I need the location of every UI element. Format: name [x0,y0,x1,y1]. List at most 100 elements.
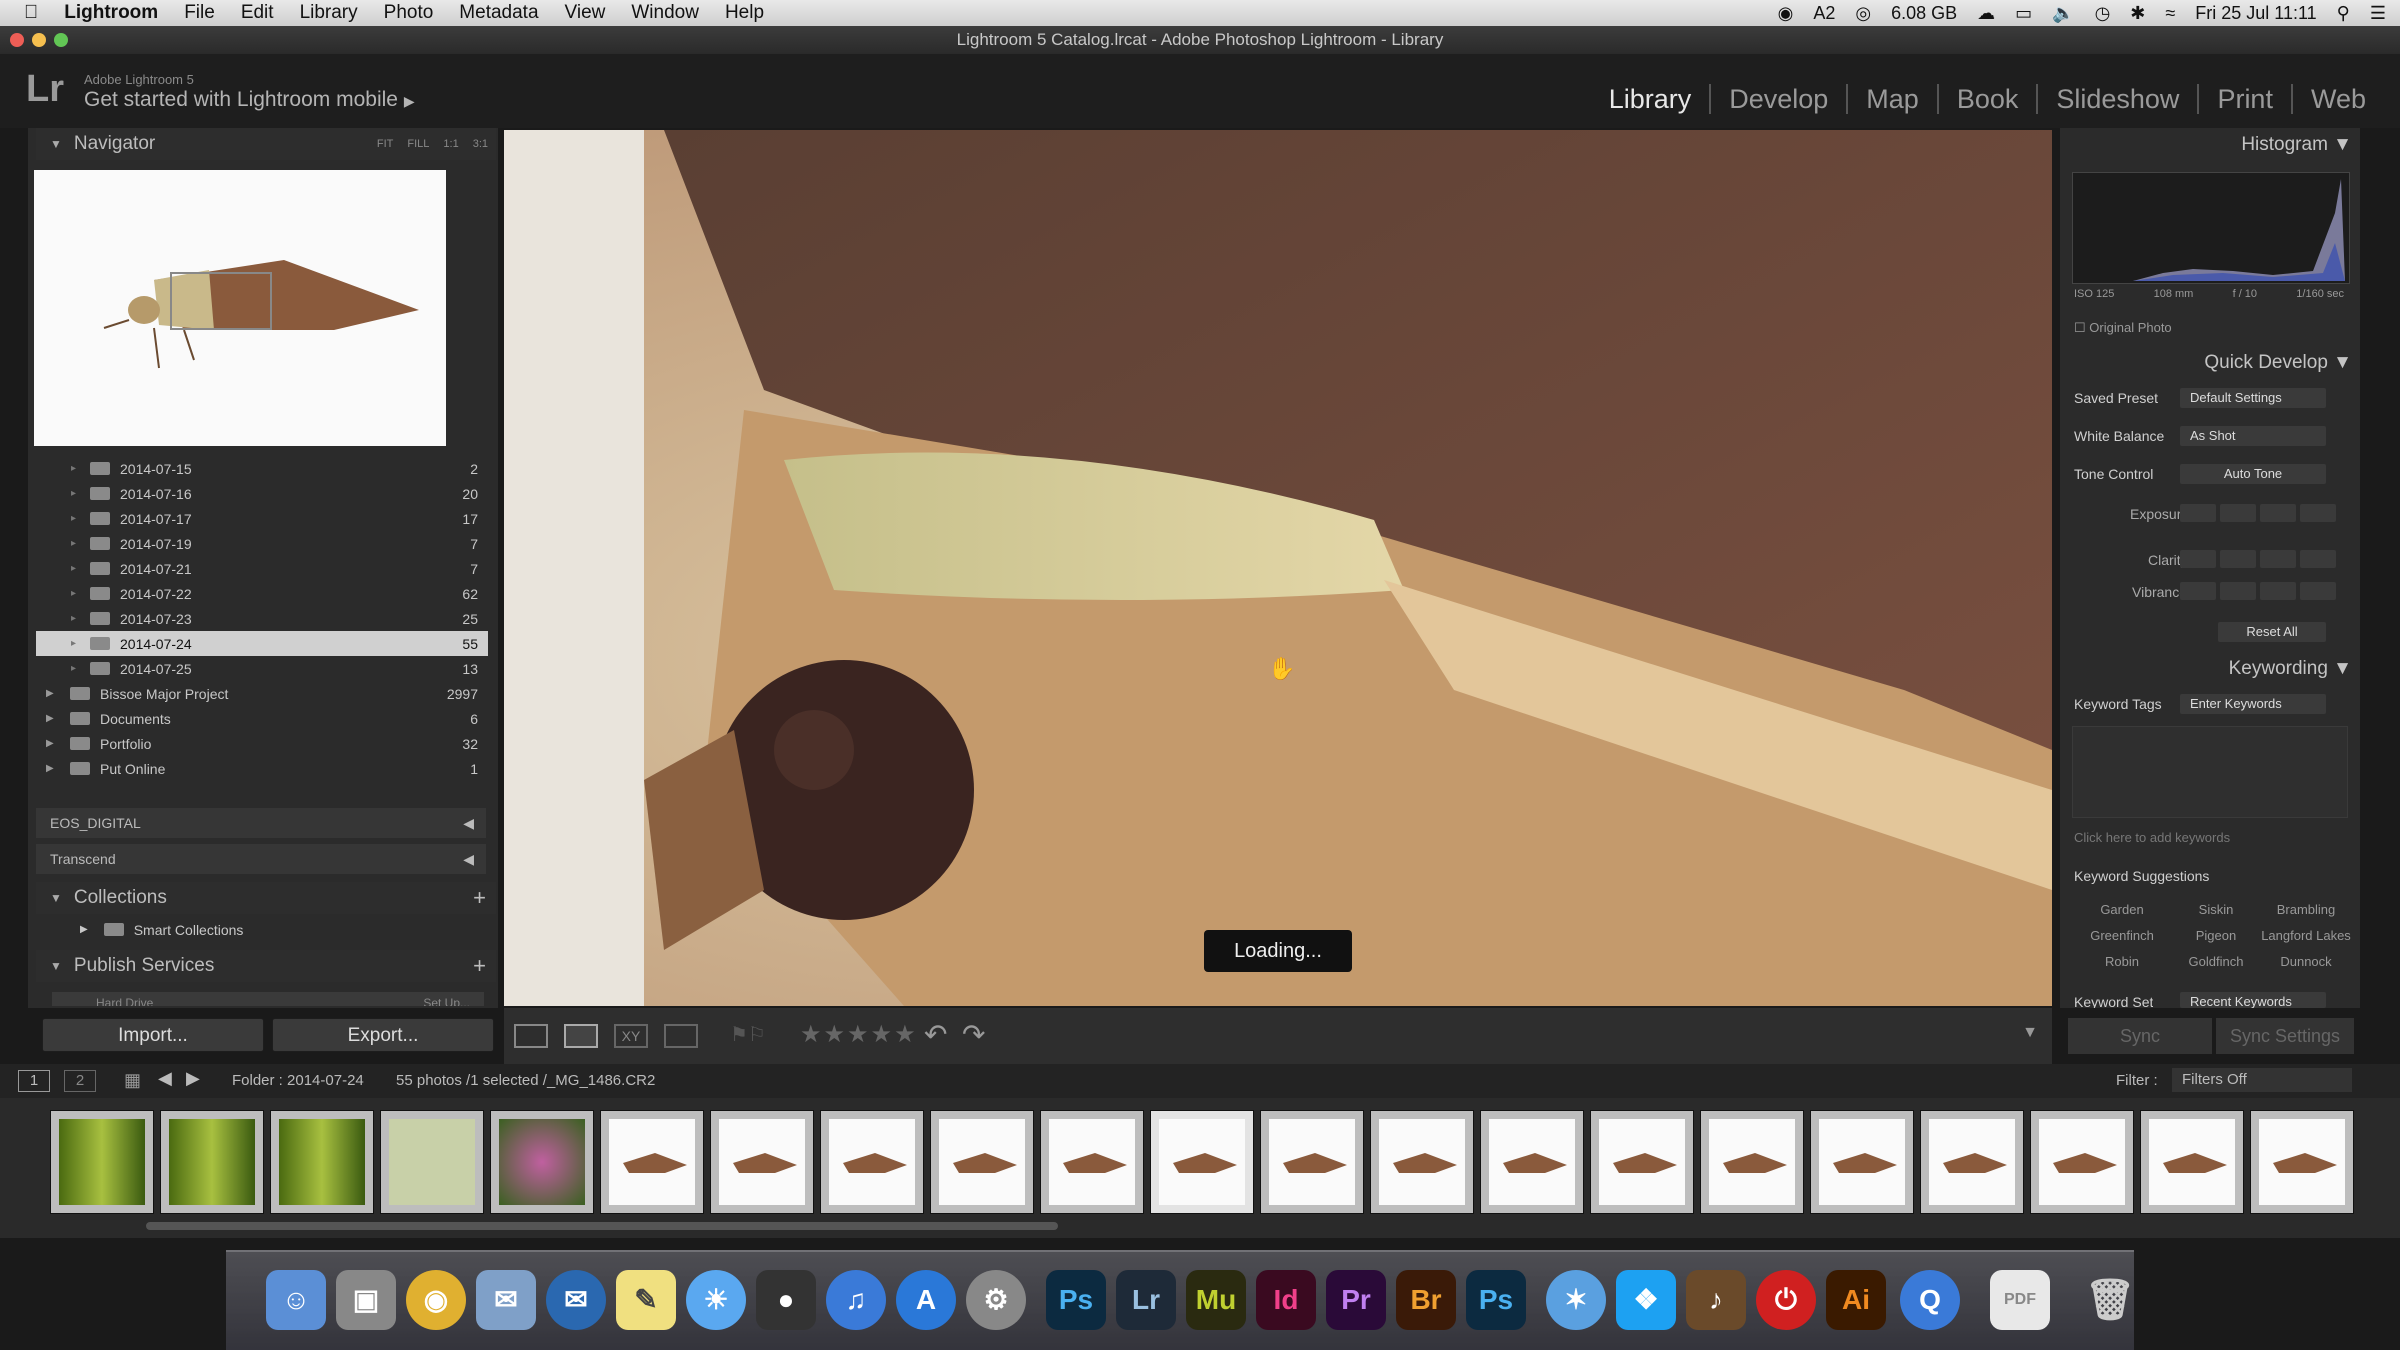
notes-icon[interactable]: ✎ [616,1270,676,1330]
disclosure-icon[interactable]: ▶ [46,763,60,774]
messages-icon[interactable]: ☀ [686,1270,746,1330]
zoom-fill[interactable]: FILL [407,138,429,150]
keyword-suggestion[interactable]: Siskin [2166,902,2266,917]
white-balance-select[interactable]: As Shot [2180,426,2326,446]
filmstrip-thumbnail[interactable] [490,1110,594,1214]
add-publish-service-icon[interactable]: + [473,953,486,979]
filter-select[interactable]: Filters Off [2172,1068,2352,1092]
disclosure-icon[interactable]: ▸ [36,663,76,674]
loupe-view-image[interactable]: ✋ [504,130,2052,1006]
keyword-suggestion[interactable]: Goldfinch [2166,954,2266,969]
bluetooth-icon[interactable]: ✱ [2130,3,2145,24]
quick-develop-header[interactable]: Quick Develop ▼ [2204,352,2352,374]
disclosure-icon[interactable]: ▸ [36,613,76,624]
main-window-button[interactable]: 1 [18,1070,50,1092]
filmstrip-thumbnail[interactable] [2140,1110,2244,1214]
menu-window[interactable]: Window [631,2,699,24]
menu-app[interactable]: Lightroom [64,2,158,24]
filmstrip-thumbnail[interactable] [2250,1110,2354,1214]
filmstrip-thumbnail[interactable] [2030,1110,2134,1214]
menu-photo[interactable]: Photo [384,2,434,24]
module-slideshow[interactable]: Slideshow [2036,84,2197,114]
filmstrip-thumbnail[interactable] [1040,1110,1144,1214]
disclosure-icon[interactable]: ▸ [36,563,76,574]
grid-view-icon[interactable] [514,1024,548,1048]
filmstrip-thumbnail[interactable] [1480,1110,1584,1214]
folder-item[interactable]: ▸ 2014-07-15 2 [36,456,488,481]
rotate-left-icon[interactable]: ↶ [924,1018,947,1051]
original-photo-checkbox[interactable]: ☐ Original Photo [2074,320,2172,336]
smart-collections[interactable]: ▶ Smart Collections [80,917,490,942]
preview-icon[interactable]: ▣ [336,1270,396,1330]
mobile-link[interactable]: Get started with Lightroom mobile ▶ [84,88,415,112]
photoshop-icon[interactable]: Ps [1046,1270,1106,1330]
cloud-icon[interactable]: ☁ [1977,3,1995,24]
keyword-suggestion[interactable]: Brambling [2256,902,2356,917]
collections-header[interactable]: ▼ Collections + [36,882,496,914]
exposure-buttons[interactable] [2180,504,2336,522]
disclosure-icon[interactable]: ▸ [36,488,76,499]
flag-icon[interactable]: ⚑⚐ [730,1022,766,1047]
facetime-icon[interactable]: ● [756,1270,816,1330]
back-arrow-icon[interactable]: ◀ [158,1068,172,1089]
clarity-buttons[interactable] [2180,550,2336,568]
spotlight-icon[interactable]: ⚲ [2337,3,2350,24]
secondary-window-button[interactable]: 2 [64,1070,96,1092]
disclosure-icon[interactable]: ▶ [46,738,60,749]
mail-icon[interactable]: ✉ [476,1270,536,1330]
forward-arrow-icon[interactable]: ▶ [186,1068,200,1089]
sync-settings-button[interactable]: Sync Settings [2216,1018,2354,1054]
quicktime-icon[interactable]: Q [1900,1270,1960,1330]
filmstrip-thumbnail[interactable] [820,1110,924,1214]
keyword-suggestion[interactable]: Dunnock [2256,954,2356,969]
reset-all-button[interactable]: Reset All [2218,622,2326,642]
module-map[interactable]: Map [1846,84,1937,114]
keyword-entry-area[interactable] [2072,726,2348,818]
minimize-icon[interactable] [32,33,46,47]
menu-edit[interactable]: Edit [241,2,274,24]
loupe-view-icon[interactable] [564,1024,598,1048]
disclosure-icon[interactable]: ▸ [36,638,76,649]
apple-icon[interactable]:  [24,2,38,24]
app-store-icon[interactable]: A [896,1270,956,1330]
power-icon[interactable]: ⏻ [1756,1270,1816,1330]
rotate-right-icon[interactable]: ↷ [962,1018,985,1051]
histogram-header[interactable]: Histogram ▼ [2241,134,2352,156]
folder-item[interactable]: ▸ 2014-07-23 25 [36,606,488,631]
bridge-icon[interactable]: Br [1396,1270,1456,1330]
survey-view-icon[interactable] [664,1024,698,1048]
trash-icon[interactable]: 🗑 [2080,1270,2140,1330]
disclosure-icon[interactable]: ▸ [36,538,76,549]
memory-status[interactable]: 6.08 GB [1891,3,1957,24]
volume-icon[interactable]: 🔈 [2052,3,2074,24]
module-library[interactable]: Library [1591,84,1710,114]
filmstrip-thumbnail[interactable] [1370,1110,1474,1214]
filmstrip-thumbnail[interactable] [1810,1110,1914,1214]
disclosure-icon[interactable]: ▶ [46,713,60,724]
folder-item[interactable]: ▶ Bissoe Major Project 2997 [36,681,488,706]
navigator-header[interactable]: ▼ Navigator FIT FILL 1:1 3:1 [36,128,496,160]
folder-item[interactable]: ▸ 2014-07-24 55 [36,631,488,656]
garageband-icon[interactable]: ♪ [1686,1270,1746,1330]
keyword-tags-select[interactable]: Enter Keywords [2180,694,2326,714]
filmstrip-scrollbar[interactable] [146,1222,1058,1230]
menu-metadata[interactable]: Metadata [459,2,538,24]
system-preferences-icon[interactable]: ⚙ [966,1270,1026,1330]
keyword-placeholder[interactable]: Click here to add keywords [2074,830,2230,845]
folder-item[interactable]: ▸ 2014-07-19 7 [36,531,488,556]
auto-tone-button[interactable]: Auto Tone [2180,464,2326,484]
menu-file[interactable]: File [184,2,215,24]
filmstrip-thumbnail[interactable] [1920,1110,2024,1214]
twitter-icon[interactable]: ❖ [1616,1270,1676,1330]
folder-item[interactable]: ▶ Portfolio 32 [36,731,488,756]
thunderbird-icon[interactable]: ✉ [546,1270,606,1330]
filmstrip-thumbnail[interactable] [710,1110,814,1214]
folder-item[interactable]: ▸ 2014-07-16 20 [36,481,488,506]
keywording-header[interactable]: Keywording ▼ [2229,658,2352,680]
module-web[interactable]: Web [2290,84,2384,114]
star-rating[interactable]: ★★★★★ [800,1020,918,1049]
zoom-3-1[interactable]: 3:1 [473,138,488,150]
grid-icon[interactable]: ▦ [124,1070,141,1091]
timemachine-icon[interactable]: ◷ [2095,3,2111,24]
compare-view-icon[interactable]: XY [614,1024,648,1048]
